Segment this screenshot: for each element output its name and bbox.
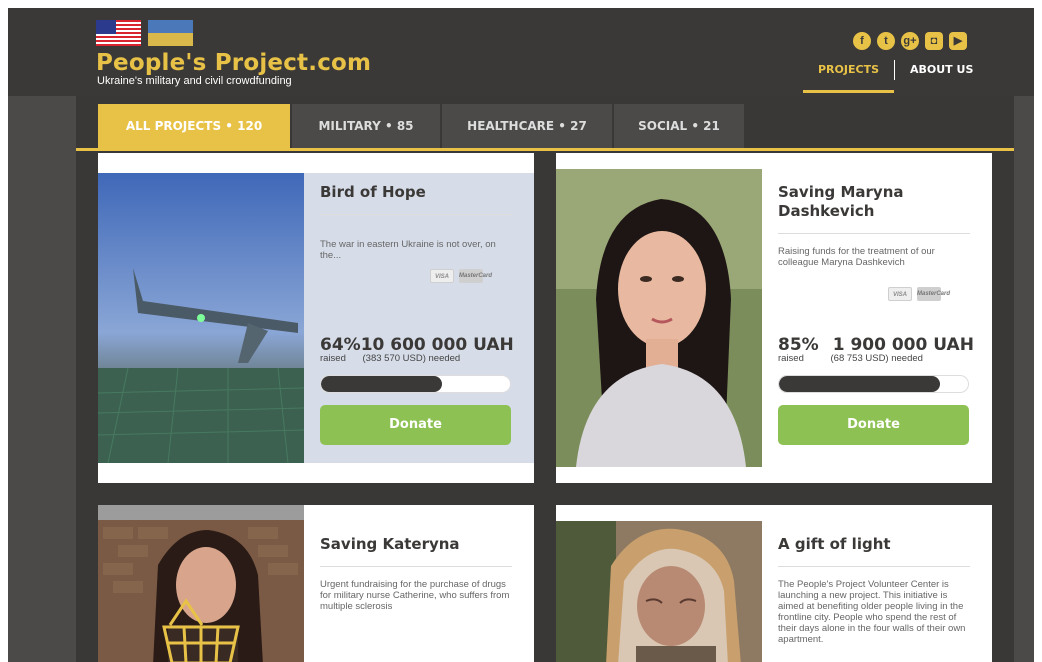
progress-fill: [779, 376, 940, 392]
project-description: The war in eastern Ukraine is not over, …: [320, 239, 496, 261]
page: People's Project.com Ukraine's military …: [8, 8, 1034, 662]
project-info: Saving Maryna Dashkevich Raising funds f…: [778, 183, 970, 268]
title-divider: [778, 233, 970, 234]
tabbar-underline: [76, 148, 1014, 151]
project-description: Raising funds for the treatment of our c…: [778, 246, 935, 268]
title-divider: [778, 566, 970, 567]
category-tabs: ALL PROJECTS • 120 MILITARY • 85 HEALTHC…: [98, 104, 744, 148]
raised-label: raised: [320, 353, 346, 364]
title-divider: [320, 214, 512, 215]
site-header: People's Project.com Ukraine's military …: [8, 8, 1034, 96]
mastercard-icon: MasterCard: [459, 269, 492, 283]
project-photo-kateryna: [98, 505, 304, 662]
project-title[interactable]: Saving Maryna Dashkevich: [778, 183, 970, 221]
project-description: The People's Project Volunteer Center is…: [778, 579, 966, 645]
side-panel-right: [1014, 96, 1034, 662]
stat-labels: raised (383 570 USD) needed: [320, 353, 460, 364]
project-photo-elderly-woman: [556, 521, 762, 662]
twitter-icon[interactable]: t: [877, 32, 895, 50]
percent-raised: 85%: [778, 335, 819, 355]
side-panel-left: [8, 96, 76, 662]
social-links: f t g+ ◘ ▶: [853, 32, 967, 50]
donate-button[interactable]: Donate: [778, 405, 969, 445]
progress-bar: [778, 375, 969, 393]
amount-needed: 1 900 000 UAH: [832, 335, 974, 355]
youtube-icon[interactable]: ▶: [949, 32, 967, 50]
project-card[interactable]: Saving Maryna Dashkevich Raising funds f…: [556, 153, 992, 483]
project-photo-portrait: [556, 169, 762, 467]
facebook-icon[interactable]: f: [853, 32, 871, 50]
language-switcher: [96, 20, 193, 46]
progress-fill: [321, 376, 442, 392]
project-title[interactable]: A gift of light: [778, 535, 970, 554]
nav-about-us[interactable]: ABOUT US: [895, 58, 988, 81]
visa-icon: VISA: [430, 269, 454, 283]
tab-social[interactable]: SOCIAL • 21: [614, 104, 744, 148]
english-flag-icon[interactable]: [96, 20, 141, 46]
nav-projects[interactable]: PROJECTS: [803, 58, 894, 93]
tab-all-projects[interactable]: ALL PROJECTS • 120: [98, 104, 290, 148]
site-tagline: Ukraine's military and civil crowdfundin…: [97, 75, 292, 87]
project-info: Bird of Hope The war in eastern Ukraine …: [320, 183, 512, 261]
mastercard-icon: MasterCard: [917, 287, 950, 301]
payment-methods: VISA MasterCard: [430, 269, 492, 283]
donate-button[interactable]: Donate: [320, 405, 511, 445]
needed-label: (383 570 USD) needed: [362, 353, 461, 364]
project-card[interactable]: Bird of Hope The war in eastern Ukraine …: [98, 153, 534, 483]
tab-military[interactable]: MILITARY • 85: [292, 104, 440, 148]
funding-stats: 85% 1 900 000 UAH: [778, 335, 974, 355]
needed-label: (68 753 USD) needed: [830, 353, 923, 364]
project-title[interactable]: Saving Kateryna: [320, 535, 512, 554]
title-divider: [320, 566, 512, 567]
funding-stats: 64% 10 600 000 UAH: [320, 335, 514, 355]
amount-needed: 10 600 000 UAH: [360, 335, 514, 355]
payment-methods: VISA MasterCard: [888, 287, 950, 301]
visa-icon: VISA: [888, 287, 912, 301]
tab-healthcare[interactable]: HEALTHCARE • 27: [442, 104, 612, 148]
project-title[interactable]: Bird of Hope: [320, 183, 512, 202]
project-info: A gift of light The People's Project Vol…: [778, 535, 970, 645]
project-description: Urgent fundraising for the purchase of d…: [320, 579, 510, 612]
raised-label: raised: [778, 353, 804, 364]
project-card[interactable]: A gift of light The People's Project Vol…: [556, 505, 992, 662]
ukrainian-flag-icon[interactable]: [148, 20, 193, 46]
percent-raised: 64%: [320, 335, 361, 355]
progress-bar: [320, 375, 511, 393]
project-card[interactable]: Saving Kateryna Urgent fundraising for t…: [98, 505, 534, 662]
stat-labels: raised (68 753 USD) needed: [778, 353, 923, 364]
google-plus-icon[interactable]: g+: [901, 32, 919, 50]
project-info: Saving Kateryna Urgent fundraising for t…: [320, 535, 512, 612]
site-logo[interactable]: People's Project.com: [96, 50, 371, 76]
main-nav: PROJECTS ABOUT US: [803, 58, 988, 93]
instagram-icon[interactable]: ◘: [925, 32, 943, 50]
